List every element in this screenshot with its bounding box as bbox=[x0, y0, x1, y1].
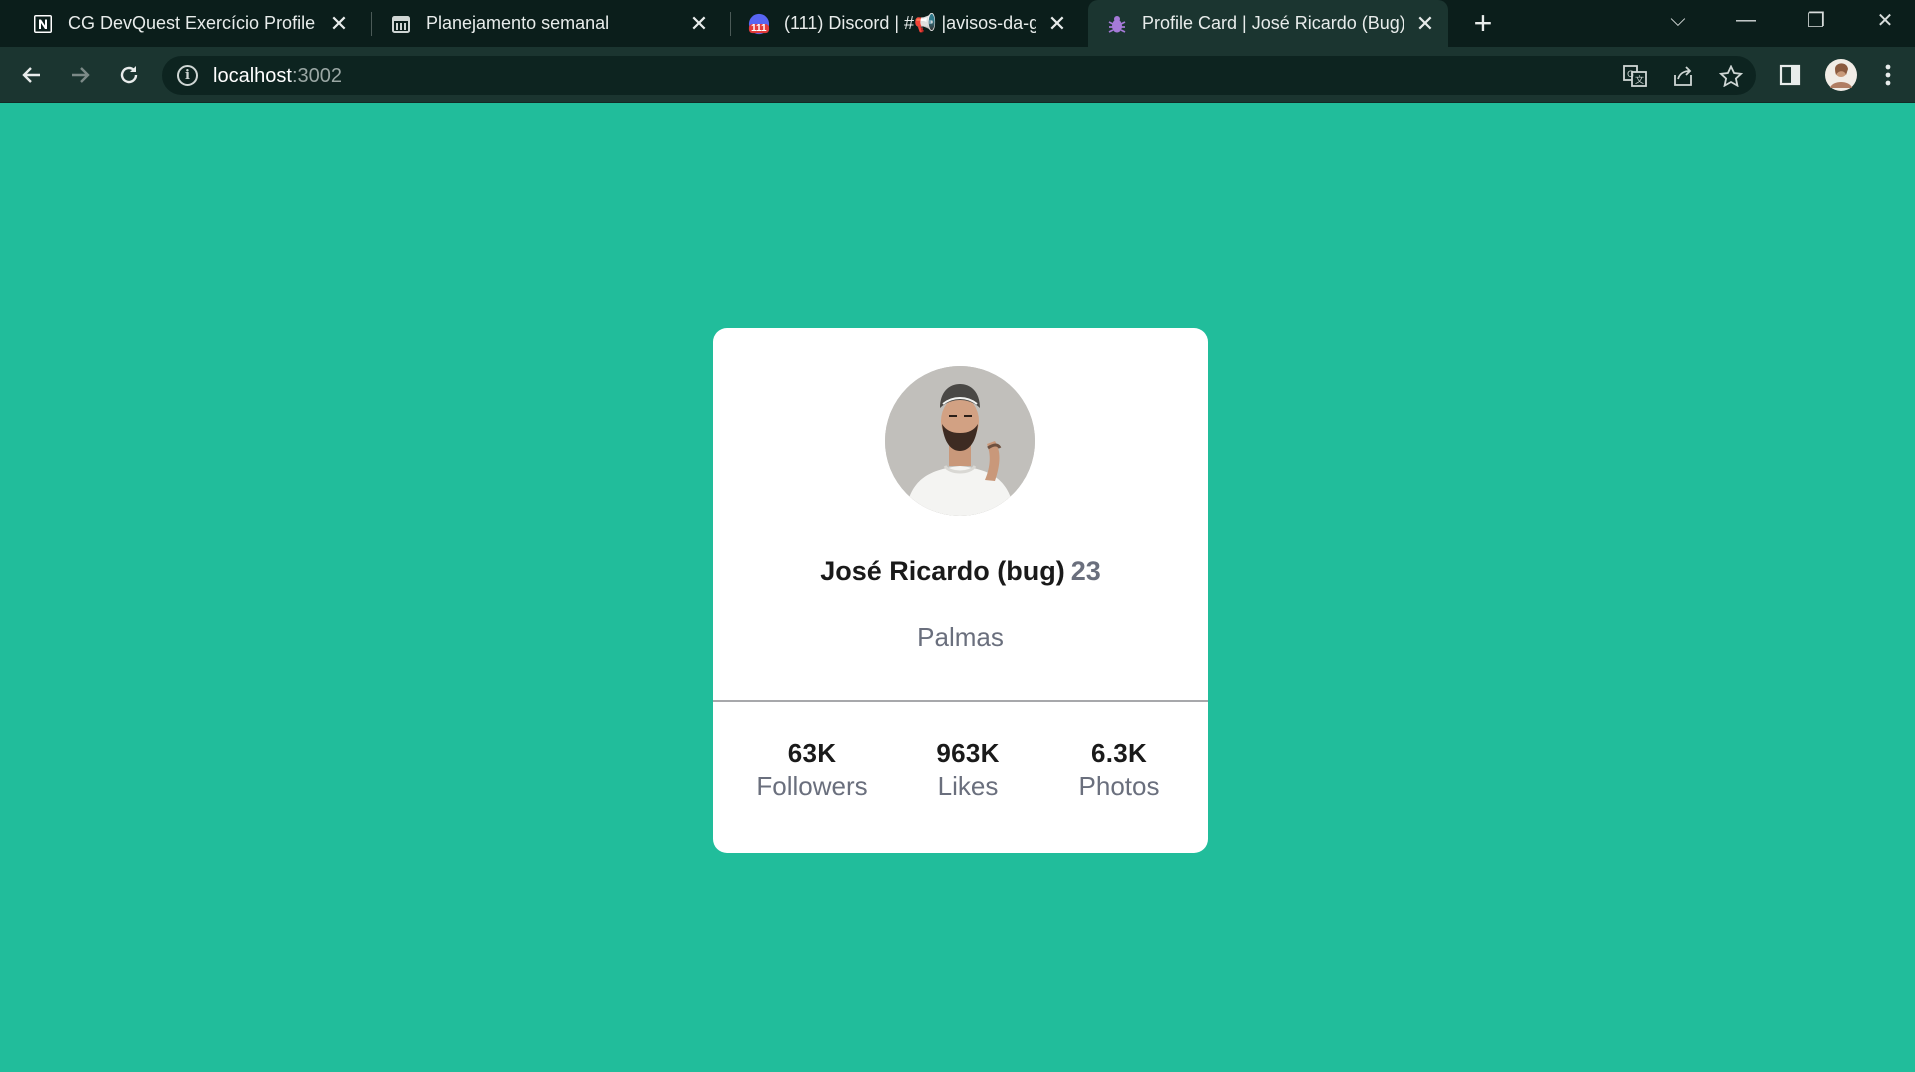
tab-title: (111) Discord | #📢 |avisos-da-guilda bbox=[784, 13, 1036, 33]
restore-button[interactable]: ❐ bbox=[1786, 0, 1846, 40]
arrow-right-icon bbox=[72, 67, 90, 83]
side-panel-icon[interactable] bbox=[1776, 61, 1804, 89]
profile-age: 23 bbox=[1070, 556, 1101, 586]
unread-badge: 111 bbox=[751, 22, 767, 34]
close-window-button[interactable]: ✕ bbox=[1855, 0, 1915, 40]
tab-title: Planejamento semanal bbox=[426, 13, 610, 33]
card-divider bbox=[713, 700, 1208, 702]
tab-title: CG DevQuest Exercício Profile Card bbox=[68, 13, 318, 33]
tab-profile-card[interactable]: Profile Card | José Ricardo (Bug) ✕ bbox=[1088, 0, 1448, 47]
translate-icon[interactable]: G文 bbox=[1622, 65, 1648, 87]
address-url[interactable]: localhost:3002 bbox=[213, 65, 342, 88]
site-info-icon[interactable]: i bbox=[177, 65, 198, 86]
share-icon[interactable] bbox=[1670, 65, 1696, 87]
browser-toolbar: i localhost:3002 G文 bbox=[0, 47, 1915, 103]
stat-value: 963K bbox=[936, 738, 1000, 768]
stat-label: Photos bbox=[1078, 771, 1160, 801]
calendar-icon bbox=[390, 13, 412, 35]
stat-label: Likes bbox=[937, 771, 999, 801]
bookmark-star-icon[interactable] bbox=[1718, 65, 1744, 87]
address-bar[interactable]: i localhost:3002 G文 bbox=[162, 56, 1756, 95]
bug-icon bbox=[1106, 13, 1128, 35]
tab-planejamento[interactable]: Planejamento semanal ✕ bbox=[380, 0, 720, 47]
back-button[interactable] bbox=[12, 55, 52, 95]
reload-button[interactable] bbox=[109, 55, 149, 95]
url-host: localhost bbox=[213, 65, 292, 87]
reload-icon bbox=[120, 66, 138, 84]
profile-name: José Ricardo (bug) bbox=[820, 556, 1065, 586]
minimize-button[interactable]: — bbox=[1716, 0, 1776, 40]
menu-kebab-icon[interactable] bbox=[1874, 61, 1902, 89]
stat-followers: 63K Followers bbox=[742, 738, 882, 802]
profile-avatar-icon[interactable] bbox=[1824, 58, 1858, 92]
profile-card: José Ricardo (bug) 23 Palmas 63K Follower… bbox=[713, 328, 1208, 853]
tab-discord[interactable]: 111 (111) Discord | #📢 |avisos-da-guilda… bbox=[738, 0, 1078, 47]
tab-separator bbox=[371, 12, 372, 36]
close-tab-icon[interactable]: ✕ bbox=[686, 11, 712, 37]
profile-stats: 63K Followers 963K Likes 6.3K Photos bbox=[713, 738, 1208, 828]
tab-title: Profile Card | José Ricardo (Bug) bbox=[1142, 13, 1404, 33]
page-viewport: José Ricardo (bug) 23 Palmas 63K Follower… bbox=[0, 104, 1915, 1072]
tab-search-dropdown-icon[interactable]: ⌵ bbox=[1648, 0, 1708, 40]
notion-icon bbox=[32, 13, 54, 35]
profile-name-line: José Ricardo (bug) 23 bbox=[713, 556, 1208, 587]
arrow-left-icon bbox=[22, 67, 40, 83]
close-tab-icon[interactable]: ✕ bbox=[1412, 11, 1438, 37]
stat-likes: 963K Likes bbox=[898, 738, 1038, 802]
forward-button[interactable] bbox=[60, 55, 100, 95]
profile-city: Palmas bbox=[917, 622, 1004, 652]
stat-label: Followers bbox=[756, 771, 868, 801]
close-tab-icon[interactable]: ✕ bbox=[1044, 11, 1070, 37]
stat-value: 6.3K bbox=[1090, 738, 1148, 768]
svg-text:文: 文 bbox=[1635, 74, 1644, 86]
tab-devquest[interactable]: CG DevQuest Exercício Profile Card ✕ bbox=[22, 0, 360, 47]
close-tab-icon[interactable]: ✕ bbox=[326, 11, 352, 37]
new-tab-button[interactable]: + bbox=[1465, 6, 1501, 42]
stat-value: 63K bbox=[787, 738, 837, 768]
stat-photos: 6.3K Photos bbox=[1049, 738, 1189, 802]
browser-tab-strip: CG DevQuest Exercício Profile Card ✕ Pla… bbox=[0, 0, 1915, 47]
profile-avatar bbox=[885, 366, 1035, 516]
tab-separator bbox=[730, 12, 731, 36]
svg-text:G: G bbox=[1627, 70, 1634, 80]
url-port: :3002 bbox=[291, 65, 342, 87]
discord-icon: 111 bbox=[748, 13, 770, 35]
